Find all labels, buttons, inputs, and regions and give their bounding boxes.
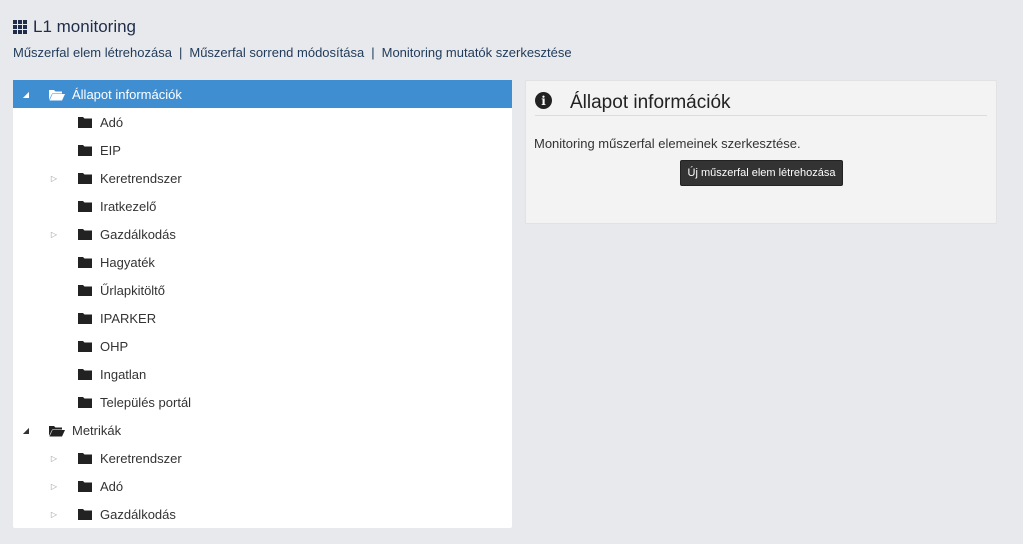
expand-toggle-icon[interactable]: ▷ — [49, 453, 59, 463]
tree-node-label: Gazdálkodás — [100, 226, 176, 242]
tree-node[interactable]: Iratkezelő — [13, 192, 512, 220]
reorder-dashboard-link[interactable]: Műszerfal sorrend módosítása — [189, 45, 364, 60]
tree-node[interactable]: Ingatlan — [13, 360, 512, 388]
folder-icon — [78, 257, 92, 268]
tree-node[interactable]: Település portál — [13, 388, 512, 416]
page-title: L1 monitoring — [33, 17, 137, 36]
tree-node-label: Állapot információk — [72, 86, 182, 102]
tree-node-label: Adó — [100, 114, 124, 130]
tree-panel: ◢ Állapot információk Adó EIP ▷ Keretrendszer… — [13, 80, 512, 528]
tree-node[interactable]: OHP — [13, 332, 512, 360]
tree-node[interactable]: Adó — [13, 108, 512, 136]
folder-icon — [78, 509, 92, 520]
folder-icon — [78, 481, 92, 492]
folder-icon — [78, 397, 92, 408]
page-header: L1 monitoring — [13, 17, 136, 37]
expand-toggle-icon[interactable]: ▷ — [49, 173, 59, 183]
tree-node[interactable]: ▷ Keretrendszer — [13, 164, 512, 192]
tree-node[interactable]: Űrlapkitöltő — [13, 276, 512, 304]
folder-icon — [78, 369, 92, 380]
folder-open-icon — [49, 425, 65, 437]
collapse-toggle-icon[interactable]: ◢ — [21, 89, 31, 99]
tree-node[interactable]: EIP — [13, 136, 512, 164]
action-links: Műszerfal elem létrehozása | Műszerfal s… — [13, 45, 572, 60]
tree-node-label: Metrikák — [72, 422, 122, 438]
folder-icon — [78, 285, 92, 296]
edit-monitoring-metrics-link[interactable]: Monitoring mutatók szerkesztése — [382, 45, 572, 60]
tree-node-label: Ingatlan — [100, 366, 147, 382]
folder-icon — [78, 453, 92, 464]
expand-toggle-icon[interactable]: ▷ — [49, 481, 59, 491]
tree-node-label: OHP — [100, 338, 129, 354]
tree-node-label: Hagyaték — [100, 254, 155, 270]
divider — [535, 115, 987, 116]
info-text: Monitoring műszerfal elemeinek szerkeszt… — [534, 136, 801, 151]
tree-node-label: Űrlapkitöltő — [100, 282, 166, 298]
expand-toggle-icon[interactable]: ▷ — [49, 229, 59, 239]
folder-icon — [78, 229, 92, 240]
folder-icon — [78, 173, 92, 184]
tree-node[interactable]: ▷ Gazdálkodás — [13, 220, 512, 248]
tree-node-label: Iratkezelő — [100, 198, 157, 214]
tree-node[interactable]: ▷ Adó — [13, 472, 512, 500]
folder-icon — [78, 341, 92, 352]
grid-icon — [13, 19, 28, 35]
tree-node-label: IPARKER — [100, 310, 157, 326]
tree-node[interactable]: ▷ Keretrendszer — [13, 444, 512, 472]
tree-node[interactable]: IPARKER — [13, 304, 512, 332]
info-title: Állapot információk — [570, 92, 731, 113]
info-icon: i — [535, 92, 552, 109]
tree-node-label: Település portál — [100, 394, 192, 410]
tree-node-label: Keretrendszer — [100, 450, 182, 466]
tree-node-label: Keretrendszer — [100, 170, 182, 186]
tree-node-label: Adó — [100, 478, 124, 494]
tree-root-node[interactable]: ◢ Állapot információk — [13, 80, 512, 108]
link-separator: | — [178, 45, 183, 60]
expand-toggle-icon[interactable]: ▷ — [49, 509, 59, 519]
collapse-toggle-icon[interactable]: ◢ — [21, 425, 31, 435]
info-panel: i Állapot információk Monitoring műszerf… — [525, 80, 997, 224]
tree-node-label: Gazdálkodás — [100, 506, 176, 522]
tree-node[interactable]: ▷ Gazdálkodás — [13, 500, 512, 528]
tree-node[interactable]: Hagyaték — [13, 248, 512, 276]
folder-icon — [78, 145, 92, 156]
folder-icon — [78, 313, 92, 324]
tree-node-label: EIP — [100, 142, 121, 158]
tree-root-node[interactable]: ◢ Metrikák — [13, 416, 512, 444]
folder-icon — [78, 117, 92, 128]
folder-icon — [78, 201, 92, 212]
create-dashboard-element-link[interactable]: Műszerfal elem létrehozása — [13, 45, 172, 60]
new-dashboard-element-button[interactable]: Új műszerfal elem létrehozása — [680, 160, 843, 186]
link-separator: | — [371, 45, 375, 60]
folder-open-icon — [49, 89, 65, 101]
